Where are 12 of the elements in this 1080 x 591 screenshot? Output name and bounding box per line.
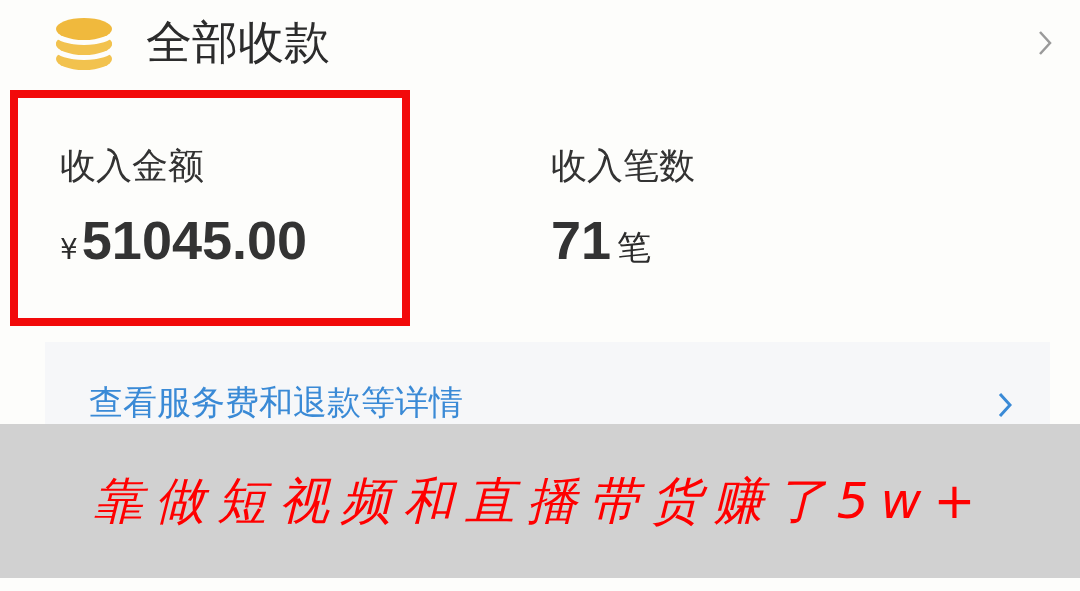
- details-link-row[interactable]: 查看服务费和退款等详情: [45, 342, 1050, 424]
- caption-text: 靠做短视频和直播带货赚了5w+: [92, 470, 988, 532]
- stat-value: 51045.00: [81, 209, 308, 271]
- chevron-right-icon[interactable]: [1038, 30, 1052, 56]
- currency-sign: ¥: [60, 233, 78, 266]
- stat-value: 71: [551, 209, 612, 271]
- section-title: 全部收款: [146, 14, 331, 71]
- stat-label: 收入金额: [60, 144, 205, 188]
- details-link[interactable]: 查看服务费和退款等详情: [89, 380, 463, 426]
- unit-label: 笔: [617, 226, 652, 269]
- stat-label: 收入笔数: [551, 144, 696, 188]
- chevron-right-icon[interactable]: [998, 392, 1012, 418]
